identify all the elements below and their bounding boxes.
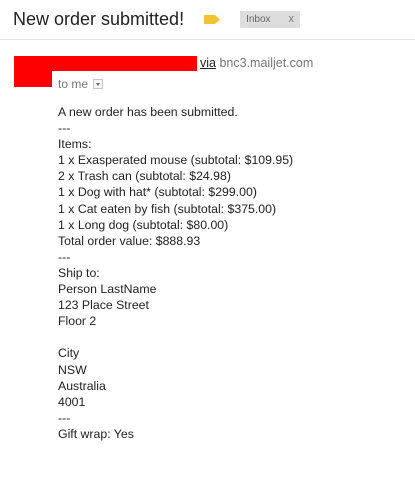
header-divider	[0, 39, 415, 40]
via-link[interactable]: via	[200, 56, 216, 70]
close-icon[interactable]: x	[289, 11, 295, 28]
body-line: 1 x Dog with hat* (subtotal: $299.00)	[58, 185, 257, 200]
inbox-label-chip[interactable]: Inbox x	[240, 11, 301, 28]
email-view: New order submitted! Inbox x via bnc3.ma…	[0, 0, 415, 485]
body-line: 2 x Trash can (subtotal: $24.98)	[58, 169, 231, 184]
body-line	[58, 329, 293, 345]
via-info: via bnc3.mailjet.com	[200, 56, 313, 70]
body-line: ---	[58, 410, 71, 425]
body-line: A new order has been submitted.	[58, 105, 238, 119]
chevron-down-icon[interactable]	[93, 79, 104, 89]
redacted-sender-name	[14, 56, 197, 71]
body-line: 1 x Long dog (subtotal: $80.00)	[58, 217, 229, 232]
subject-row: New order submitted! Inbox x	[13, 9, 301, 30]
body-line: 1 x Cat eaten by fish (subtotal: $375.00…	[58, 201, 277, 216]
label-tag-icon[interactable]	[204, 15, 221, 24]
body-line: 123 Place Street	[58, 298, 149, 313]
body-line: Ship to:	[58, 265, 100, 280]
inbox-label-text: Inbox	[246, 14, 271, 25]
body-line: City	[58, 346, 80, 361]
redacted-sender-address	[14, 70, 52, 87]
body-line: 1 x Exasperated mouse (subtotal: $109.95…	[58, 153, 294, 168]
email-body: A new order has been submitted. --- Item…	[58, 104, 293, 442]
body-line: NSW	[58, 362, 87, 377]
body-line: Items:	[58, 137, 92, 152]
via-domain: bnc3.mailjet.com	[219, 56, 314, 70]
body-line: ---	[58, 249, 71, 264]
body-line: Total order value: $888.93	[58, 233, 201, 248]
body-line: ---	[58, 121, 71, 136]
email-subject: New order submitted!	[13, 9, 185, 29]
body-line: 4001	[58, 394, 86, 409]
recipient-row: to me	[58, 77, 104, 91]
body-line: Gift wrap: Yes	[58, 426, 134, 441]
body-line: Person LastName	[58, 282, 157, 297]
body-line: Floor 2	[58, 314, 97, 329]
recipient-text: to me	[58, 77, 89, 91]
body-line: Australia	[58, 378, 106, 393]
